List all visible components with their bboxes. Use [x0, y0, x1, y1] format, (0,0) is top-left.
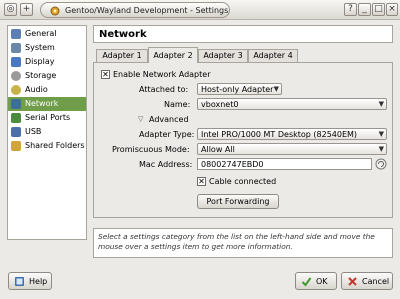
help-title-button[interactable]: ?: [344, 3, 357, 16]
chevron-down-icon: ▼: [378, 100, 384, 108]
sidebar-item-system[interactable]: System: [8, 41, 86, 55]
minimize-button[interactable]: _: [358, 3, 371, 16]
page-title: Network: [99, 29, 147, 40]
sidebar-item-label: Shared Folders: [25, 141, 85, 150]
tab-adapter-3[interactable]: Adapter 3: [198, 49, 248, 62]
cancel-button-label: Cancel: [362, 277, 390, 286]
chevron-down-icon: ▼: [378, 145, 384, 153]
adapter-type-label: Adapter Type:: [139, 130, 195, 139]
adapter-panel: ✕ Enable Network Adapter Attached to: Ho…: [93, 62, 393, 218]
attached-to-value: Host-only Adapter: [201, 85, 274, 94]
tab-adapter-4[interactable]: Adapter 4: [248, 49, 298, 62]
display-icon: [11, 57, 21, 67]
help-button[interactable]: Help: [8, 272, 52, 290]
info-box: Select a settings category from the list…: [93, 228, 393, 258]
general-icon: [11, 29, 21, 39]
sidebar-item-display[interactable]: Display: [8, 55, 86, 69]
sidebar-item-usb[interactable]: USB: [8, 125, 86, 139]
window-title: Gentoo/Wayland Development - Settings: [65, 6, 229, 15]
sidebar-item-label: Audio: [25, 85, 48, 94]
promiscuous-mode-value: Allow All: [201, 145, 235, 154]
serial-ports-icon: [11, 113, 21, 123]
mac-address-field[interactable]: 08002747EBD0: [197, 158, 372, 170]
cable-connected-label[interactable]: Cable connected: [209, 177, 276, 186]
ok-button[interactable]: OK: [295, 272, 337, 290]
expand-advanced-icon[interactable]: ▽: [138, 115, 143, 123]
sidebar-item-storage[interactable]: Storage: [8, 69, 86, 83]
page-header: Network: [93, 25, 393, 43]
mac-address-label: Mac Address:: [139, 160, 193, 169]
checkmark-icon: [301, 277, 312, 287]
sidebar-item-shared-folders[interactable]: Shared Folders: [8, 139, 86, 153]
title-bar[interactable]: ◎ + Gentoo/Wayland Development - Setting…: [0, 0, 400, 20]
window-menu-button[interactable]: ◎: [4, 3, 17, 16]
cancel-icon: [348, 277, 357, 286]
adapter-type-value: Intel PRO/1000 MT Desktop (82540EM): [201, 130, 358, 139]
sidebar-item-label: General: [25, 29, 57, 38]
sidebar-item-audio[interactable]: Audio: [8, 83, 86, 97]
adapter-type-select[interactable]: Intel PRO/1000 MT Desktop (82540EM) ▼: [197, 128, 387, 140]
chevron-down-icon: ▼: [273, 85, 279, 93]
attached-to-label: Attached to:: [139, 85, 189, 94]
sidebar-item-label: Serial Ports: [25, 113, 71, 122]
cancel-button[interactable]: Cancel: [341, 272, 393, 290]
cable-connected-checkbox[interactable]: ✕: [197, 177, 206, 186]
sidebar-item-label: Display: [25, 57, 55, 66]
refresh-mac-icon[interactable]: [375, 158, 387, 170]
help-button-label: Help: [29, 277, 48, 286]
enable-adapter-checkbox[interactable]: ✕: [101, 70, 110, 79]
sidebar-item-serial-ports[interactable]: Serial Ports: [8, 111, 86, 125]
category-list[interactable]: General System Display Storage Audio Net…: [7, 25, 87, 240]
window-title-pill: Gentoo/Wayland Development - Settings: [40, 2, 230, 18]
sidebar-item-general[interactable]: General: [8, 27, 86, 41]
info-text: Select a settings category from the list…: [98, 232, 375, 251]
attached-to-select[interactable]: Host-only Adapter ▼: [197, 83, 282, 95]
system-icon: [11, 43, 21, 53]
sidebar-item-network[interactable]: Network: [8, 97, 86, 111]
settings-window: ◎ + Gentoo/Wayland Development - Setting…: [0, 0, 400, 299]
chevron-down-icon: ▼: [378, 130, 384, 138]
tab-adapter-2[interactable]: Adapter 2: [148, 47, 198, 63]
close-button[interactable]: ×: [386, 3, 398, 16]
tab-adapter-1[interactable]: Adapter 1: [96, 49, 148, 62]
storage-icon: [11, 71, 21, 81]
promiscuous-mode-label: Promiscuous Mode:: [112, 145, 190, 154]
name-value: vboxnet0: [201, 100, 239, 109]
network-icon: [11, 99, 21, 109]
ok-button-label: OK: [316, 277, 328, 286]
port-forwarding-button[interactable]: Port Forwarding: [197, 194, 279, 209]
mac-address-value: 08002747EBD0: [201, 160, 264, 169]
maximize-button[interactable]: □: [372, 3, 385, 16]
usb-icon: [11, 127, 21, 137]
shared-folders-icon: [11, 141, 21, 151]
sidebar-item-label: Storage: [25, 71, 57, 80]
pin-button[interactable]: +: [20, 3, 33, 16]
enable-adapter-label[interactable]: Enable Network Adapter: [113, 70, 210, 79]
promiscuous-mode-select[interactable]: Allow All ▼: [197, 143, 387, 155]
sidebar-item-label: Network: [25, 99, 59, 108]
help-icon: [15, 277, 24, 286]
gear-icon: [50, 6, 60, 16]
sidebar-item-label: USB: [25, 127, 42, 136]
audio-icon: [11, 85, 21, 95]
advanced-toggle[interactable]: Advanced: [149, 115, 189, 124]
name-label: Name:: [164, 100, 191, 109]
sidebar-item-label: System: [25, 43, 55, 52]
name-select[interactable]: vboxnet0 ▼: [197, 98, 387, 110]
